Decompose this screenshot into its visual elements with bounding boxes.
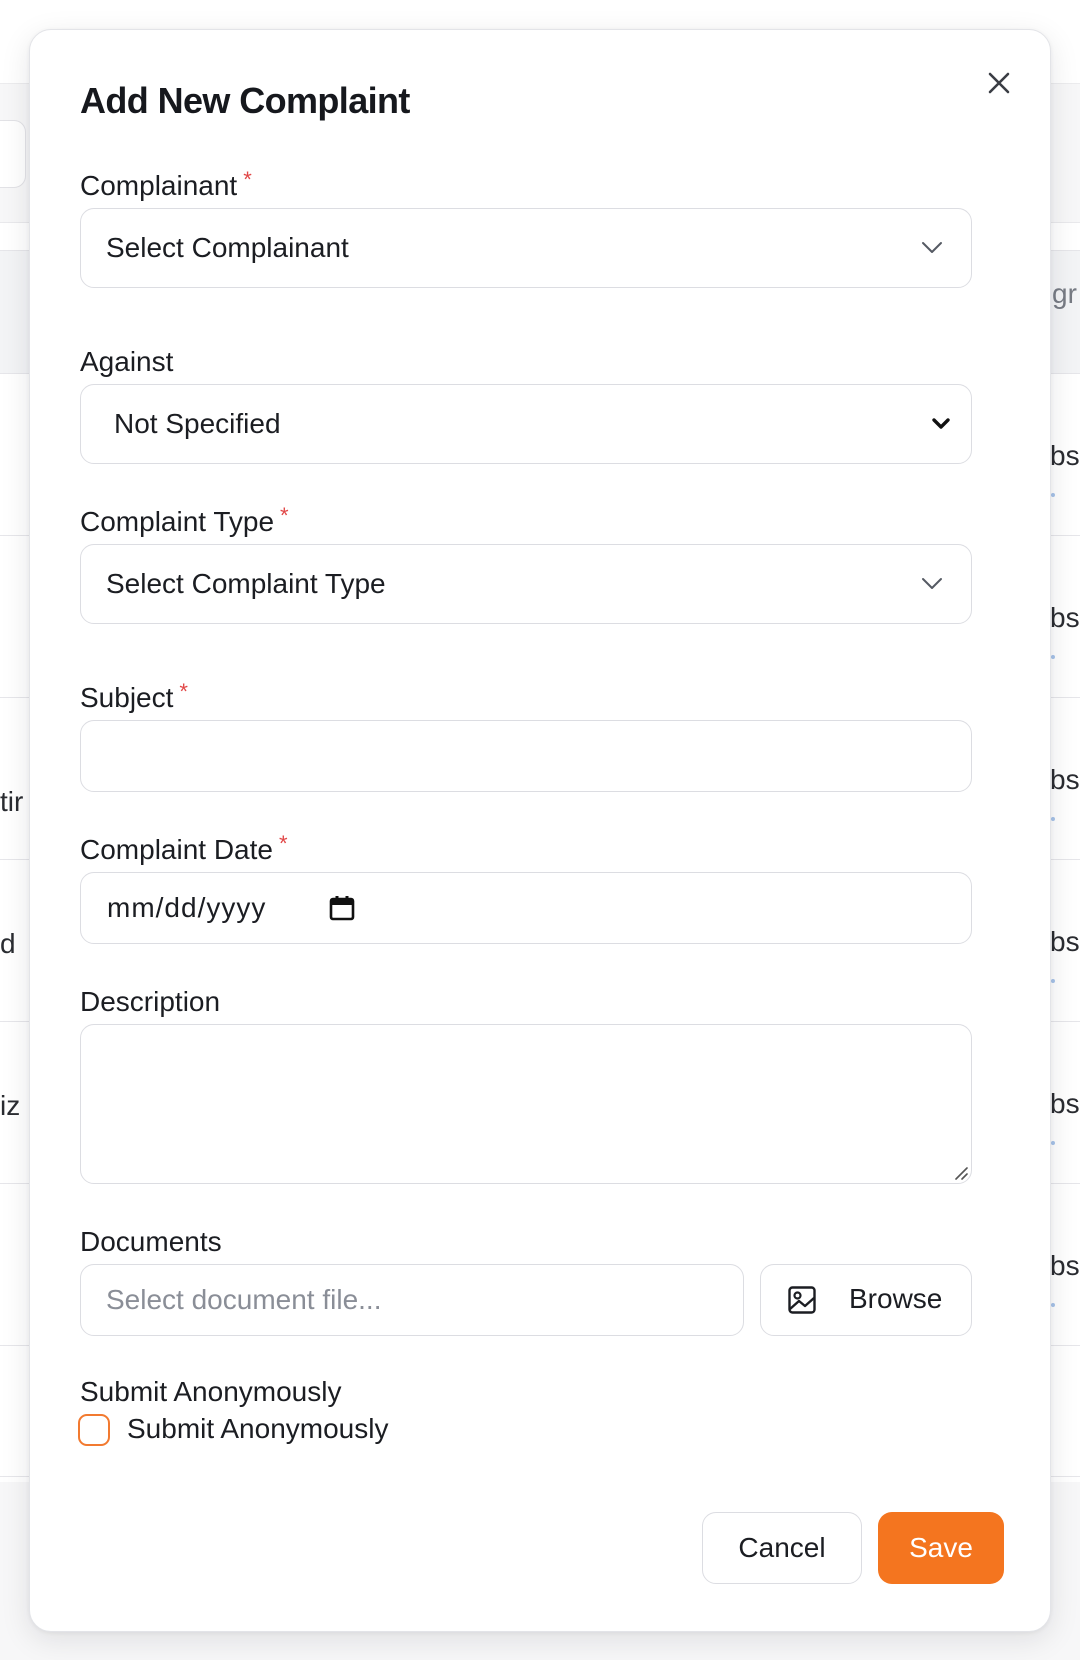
background-cell-fragment: tir xyxy=(0,786,24,817)
subject-label-text: Subject xyxy=(80,682,174,713)
document-file-placeholder: Select document file... xyxy=(106,1284,382,1315)
complainant-select-value: Select Complainant xyxy=(106,232,349,263)
complaint-date-label: Complaint Date * xyxy=(80,831,288,866)
background-cell-fragment: iz xyxy=(0,1090,21,1121)
resize-handle-icon[interactable] xyxy=(952,1164,968,1180)
background-cell-fragment: bs xyxy=(1050,926,1080,957)
subject-label: Subject * xyxy=(80,679,188,714)
against-select-value: Not Specified xyxy=(114,408,281,439)
cancel-button[interactable]: Cancel xyxy=(702,1512,862,1584)
background-cell-fragment: bs xyxy=(1050,1088,1080,1119)
against-select[interactable]: Not Specified xyxy=(80,384,972,464)
browse-button-label: Browse xyxy=(849,1283,943,1314)
save-button[interactable]: Save xyxy=(878,1512,1004,1584)
background-filter-box xyxy=(0,120,26,188)
background-cell-fragment: bs xyxy=(1050,764,1080,795)
description-label: Description xyxy=(80,986,220,1018)
background-header-fragment: gr xyxy=(1052,278,1077,309)
complainant-select[interactable]: Select Complainant xyxy=(80,208,972,288)
calendar-icon[interactable] xyxy=(329,895,355,921)
cancel-button-label: Cancel xyxy=(738,1532,826,1563)
close-button[interactable] xyxy=(978,62,1020,104)
complaint-type-label-text: Complaint Type xyxy=(80,506,275,537)
modal-title: Add New Complaint xyxy=(80,80,410,121)
background-cell-fragment: d xyxy=(0,928,16,959)
background-dot xyxy=(1051,1303,1055,1307)
required-marker: * xyxy=(278,831,288,856)
add-complaint-modal: Add New Complaint Complainant * Select Co… xyxy=(29,29,1051,1632)
background-dot xyxy=(1051,655,1055,659)
against-label: Against xyxy=(80,346,173,378)
background-cell-fragment: bs xyxy=(1050,440,1080,471)
complaint-type-label: Complaint Type * xyxy=(80,503,289,538)
chevron-down-icon xyxy=(922,242,942,253)
required-marker: * xyxy=(243,167,252,192)
background-cell-fragment: bs xyxy=(1050,1250,1080,1281)
description-label-text: Description xyxy=(80,986,221,1017)
document-file-input[interactable]: Select document file... xyxy=(80,1264,744,1336)
chevron-down-icon xyxy=(932,418,950,429)
anonymous-section-label: Submit Anonymously xyxy=(80,1376,341,1408)
anonymous-section-label-text: Submit Anonymously xyxy=(80,1376,342,1407)
description-textarea[interactable] xyxy=(80,1024,972,1184)
browse-button[interactable]: Browse xyxy=(760,1264,972,1336)
background-dot xyxy=(1051,817,1055,821)
close-icon xyxy=(988,72,1010,94)
chevron-down-icon xyxy=(922,578,942,589)
required-marker: * xyxy=(280,503,289,528)
against-label-text: Against xyxy=(80,346,174,377)
required-marker: * xyxy=(179,679,188,704)
complaint-type-select-value: Select Complaint Type xyxy=(106,568,386,599)
documents-label-text: Documents xyxy=(80,1226,222,1257)
complaint-date-input[interactable]: mm/dd/yyyy xyxy=(80,872,972,944)
anonymous-checkbox-label[interactable]: Submit Anonymously xyxy=(127,1413,388,1445)
complaint-type-select[interactable]: Select Complaint Type xyxy=(80,544,972,624)
anonymous-checkbox[interactable] xyxy=(78,1414,110,1446)
background-dot xyxy=(1051,1141,1055,1145)
subject-input[interactable] xyxy=(80,720,972,792)
background-dot xyxy=(1051,493,1055,497)
complainant-label: Complainant * xyxy=(80,167,252,202)
documents-label: Documents xyxy=(80,1226,222,1258)
save-button-label: Save xyxy=(909,1532,973,1563)
complaint-date-placeholder: mm/dd/yyyy xyxy=(107,892,267,923)
image-icon xyxy=(788,1286,816,1314)
complainant-label-text: Complainant xyxy=(80,170,238,201)
background-cell-fragment: bs xyxy=(1050,602,1080,633)
complaint-date-label-text: Complaint Date xyxy=(80,834,273,865)
background-dot xyxy=(1051,979,1055,983)
